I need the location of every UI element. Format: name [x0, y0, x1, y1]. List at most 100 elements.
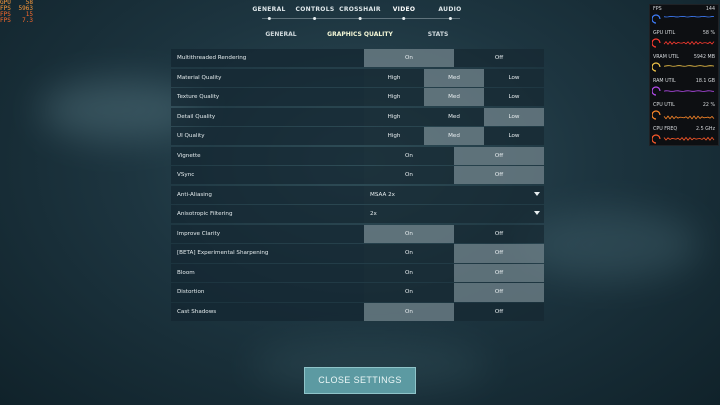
setting-label: Vignette	[171, 146, 364, 165]
dropdown-value: 2x	[370, 211, 377, 218]
setting-row: Texture Quality High Med Low	[171, 88, 544, 107]
option-on[interactable]: On	[364, 244, 454, 263]
setting-label: Detail Quality	[171, 107, 364, 126]
setting-label: Cast Shadows	[171, 302, 364, 322]
setting-label: Multithreaded Rendering	[171, 49, 364, 68]
monitor-value: 5942 MB	[693, 55, 715, 60]
option-on[interactable]: On	[364, 263, 454, 283]
setting-options: On Off	[364, 224, 544, 243]
tab-audio[interactable]: AUDIO	[438, 6, 461, 13]
monitor-graph	[652, 134, 715, 144]
dropdown-value: MSAA 2x	[370, 191, 395, 198]
sparkline	[663, 15, 715, 18]
setting-label: Bloom	[171, 263, 364, 283]
option-off[interactable]: Off	[454, 302, 544, 322]
option-high[interactable]: High	[364, 107, 424, 126]
setting-label: VSync	[171, 166, 364, 185]
option-high[interactable]: High	[364, 127, 424, 146]
setting-label: Material Quality	[171, 68, 364, 87]
option-off[interactable]: Off	[454, 49, 544, 68]
option-on[interactable]: On	[364, 302, 454, 322]
option-med[interactable]: Med	[424, 88, 484, 107]
setting-options: On Off	[364, 263, 544, 283]
subtab-graphics-quality[interactable]: GRAPHICS QUALITY	[327, 31, 393, 38]
monitor-graph	[652, 14, 715, 24]
setting-row: Distortion On Off	[171, 283, 544, 302]
option-low[interactable]: Low	[484, 68, 544, 87]
chevron-down-icon	[534, 191, 540, 196]
sparkline	[663, 136, 715, 141]
settings-tabs: GENERAL CONTROLS CROSSHAIR VIDEO AUDIO	[0, 0, 720, 22]
option-on[interactable]: On	[364, 166, 454, 185]
graphics-settings-table: Multithreaded Rendering On Off Material Qua…	[171, 49, 544, 322]
option-low[interactable]: Low	[484, 107, 544, 126]
monitor-label: GPU UTIL	[653, 31, 676, 36]
subtab-general[interactable]: GENERAL	[265, 31, 296, 38]
setting-row: Detail Quality High Med Low	[171, 107, 544, 126]
close-settings-button[interactable]: CLOSE SETTINGS	[304, 367, 416, 394]
option-off[interactable]: Off	[454, 263, 544, 283]
monitor-graph	[652, 62, 715, 72]
monitor-row: FPS 144	[650, 5, 718, 29]
setting-label: Texture Quality	[171, 88, 364, 107]
option-low[interactable]: Low	[484, 127, 544, 146]
monitor-label: CPU UTIL	[653, 103, 675, 108]
gauge-arc	[652, 62, 661, 72]
setting-row: Multithreaded Rendering On Off	[171, 49, 544, 68]
option-off[interactable]: Off	[454, 166, 544, 185]
option-med[interactable]: Med	[424, 127, 484, 146]
monitor-value: 22 %	[702, 103, 715, 108]
setting-row: Bloom On Off	[171, 263, 544, 283]
tab-controls[interactable]: CONTROLS	[296, 6, 335, 13]
option-med[interactable]: Med	[424, 68, 484, 87]
setting-options: On Off	[364, 244, 544, 263]
monitor-row: CPU FREQ 2.5 GHz	[650, 125, 718, 149]
setting-row: Vignette On Off	[171, 146, 544, 165]
background-glow	[520, 210, 700, 280]
performance-monitor-panel: FPS 144 GPU UTIL 58 % VRAM UTIL 5942 MB RAM UT…	[649, 4, 719, 146]
monitor-label: VRAM UTIL	[653, 55, 679, 60]
monitor-graph	[652, 110, 715, 120]
option-on[interactable]: On	[364, 146, 454, 165]
option-med[interactable]: Med	[424, 107, 484, 126]
option-high[interactable]: High	[364, 88, 424, 107]
option-high[interactable]: High	[364, 68, 424, 87]
monitor-row: CPU UTIL 22 %	[650, 101, 718, 125]
setting-options: MSAA 2x	[364, 185, 544, 204]
option-on[interactable]: On	[364, 283, 454, 302]
monitor-row: VRAM UTIL 5942 MB	[650, 53, 718, 77]
setting-row: Improve Clarity On Off	[171, 224, 544, 243]
monitor-graph	[652, 86, 715, 96]
sparkline	[663, 115, 715, 120]
option-on[interactable]: On	[364, 224, 454, 243]
setting-row: Cast Shadows On Off	[171, 302, 544, 322]
tab-general[interactable]: GENERAL	[252, 6, 285, 13]
setting-row: [BETA] Experimental Sharpening On Off	[171, 244, 544, 263]
option-off[interactable]: Off	[454, 283, 544, 302]
monitor-row: GPU UTIL 58 %	[650, 29, 718, 53]
chevron-down-icon	[534, 211, 540, 216]
gauge-arc	[652, 134, 661, 144]
setting-options: 2x	[364, 205, 544, 224]
monitor-label: RAM UTIL	[653, 79, 676, 84]
monitor-value: 18.1 GB	[695, 79, 715, 84]
gauge-arc	[652, 14, 661, 24]
option-off[interactable]: Off	[454, 146, 544, 165]
sparkline	[663, 40, 715, 46]
option-low[interactable]: Low	[484, 88, 544, 107]
setting-label: Distortion	[171, 283, 364, 302]
option-on[interactable]: On	[364, 49, 454, 68]
tab-crosshair[interactable]: CROSSHAIR	[339, 6, 381, 13]
subtab-stats[interactable]: STATS	[428, 31, 449, 38]
gauge-arc	[652, 110, 661, 120]
monitor-value: 58 %	[702, 31, 715, 36]
monitor-label: FPS	[653, 7, 662, 12]
setting-options: High Med Low	[364, 88, 544, 107]
option-off[interactable]: Off	[454, 224, 544, 243]
setting-label: [BETA] Experimental Sharpening	[171, 244, 364, 263]
setting-dropdown[interactable]: MSAA 2x	[364, 185, 544, 204]
setting-dropdown[interactable]: 2x	[364, 205, 544, 224]
tab-video[interactable]: VIDEO	[393, 6, 416, 13]
option-off[interactable]: Off	[454, 244, 544, 263]
setting-options: On Off	[364, 283, 544, 302]
